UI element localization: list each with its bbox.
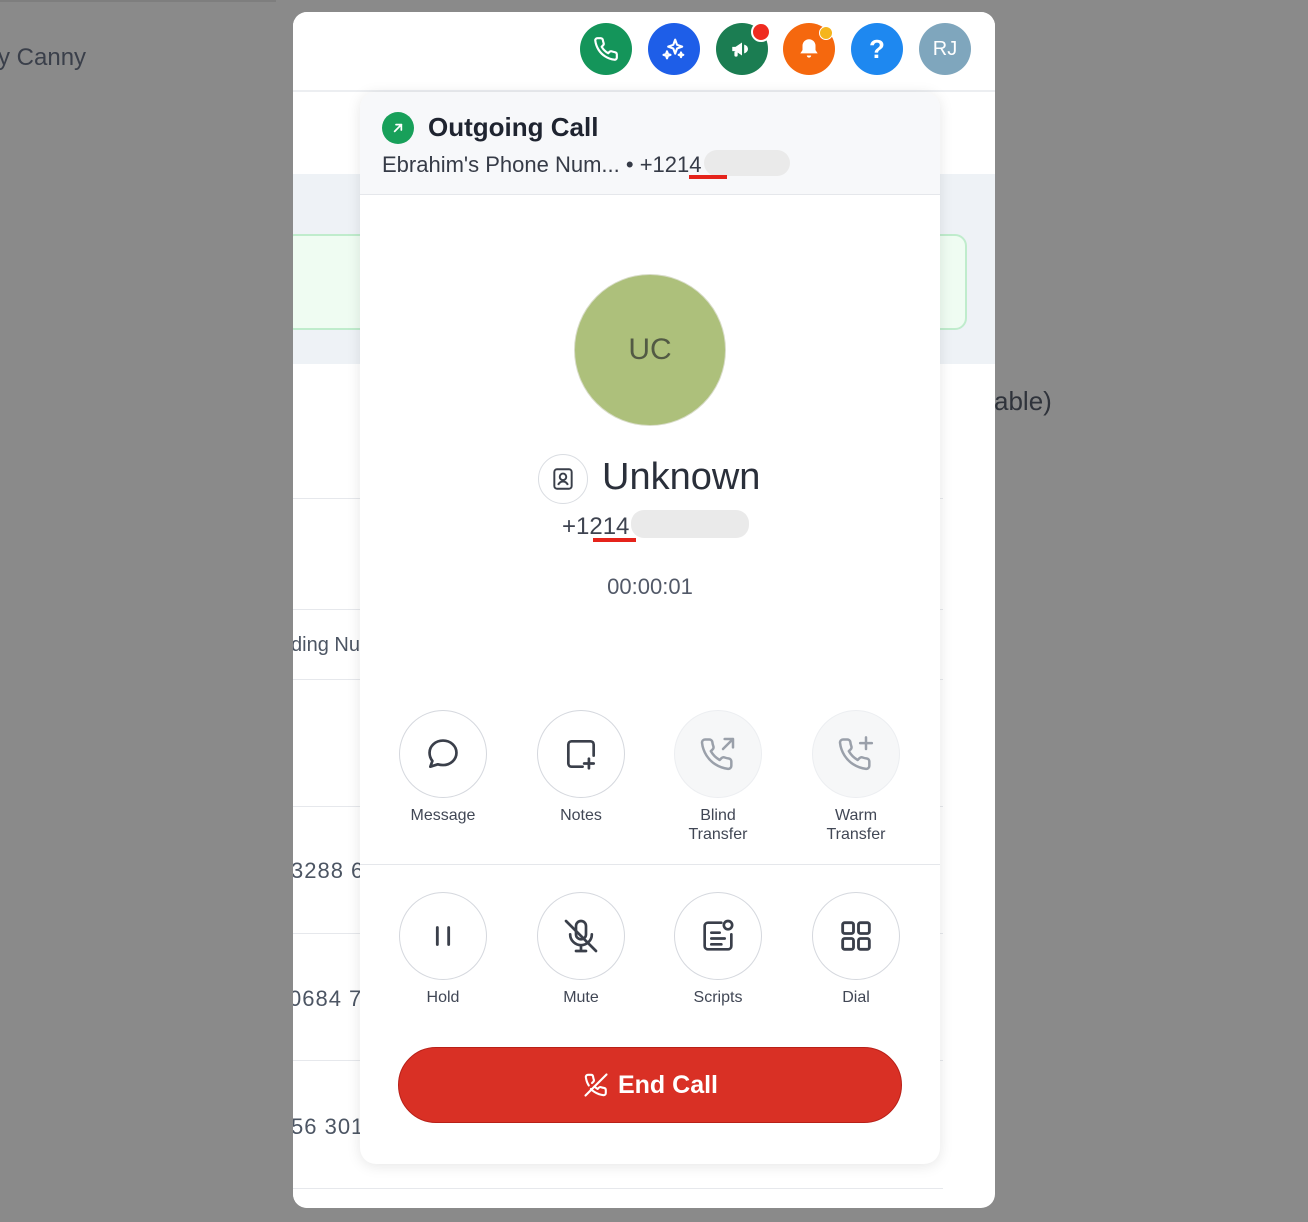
notes-label: Notes [560,807,602,824]
call-header: Outgoing Call Ebrahim's Phone Num... • +… [360,92,940,195]
dial-label: Dial [842,989,870,1006]
profile-button[interactable]: RJ [919,23,971,75]
separator-dot: • [625,152,634,177]
line-number: +1214 [639,152,702,177]
blind-transfer-label: Blind Transfer [688,807,748,843]
background-text-right: able) [994,386,1052,416]
message-button[interactable]: Message [393,710,493,825]
sparkle-icon [662,38,685,60]
end-call-label: End Call [617,1070,718,1099]
warm-transfer-button[interactable]: Warm Transfer [806,710,906,844]
script-icon [703,919,734,951]
chat-bubble-icon [428,739,458,769]
profile-initials: RJ [932,37,958,60]
grid-icon [841,921,871,951]
announcements-badge [751,22,771,42]
top-toolbar: ? RJ [293,12,995,92]
mute-button[interactable]: Mute [531,892,631,1007]
notifications-badge [819,26,833,40]
contact-number: +1214 [562,510,750,541]
number-highlight-underline [689,175,727,179]
pause-icon [435,926,451,946]
note-add-icon [566,739,596,770]
redacted-number [631,510,750,538]
line-name: Ebrahim's Phone Num... [382,152,620,177]
call-direction-title: Outgoing Call [428,112,599,142]
table-cell: 3288 6 [293,858,365,883]
contact-card-icon[interactable] [538,454,588,504]
phone-button[interactable] [580,23,632,75]
row-divider [293,1188,943,1189]
avatar-initials: UC [628,333,672,366]
column-header: ding Nu [293,634,360,656]
notes-button[interactable]: Notes [531,710,631,825]
avatar: UC [574,274,726,426]
blind-transfer-button[interactable]: Blind Transfer [668,710,768,844]
hold-button[interactable]: Hold [393,892,493,1007]
phone-hangup-icon [584,1073,608,1097]
scripts-button[interactable]: Scripts [668,892,768,1007]
background-text-left: y Canny [0,44,87,71]
outgoing-call-icon [382,112,414,144]
table-cell: 0684 7 [293,986,363,1011]
bell-icon [800,39,818,58]
table-cell: 56 301 [293,1114,365,1139]
actions-divider [360,864,940,865]
scripts-label: Scripts [693,989,743,1006]
megaphone-icon [732,42,748,57]
dial-button[interactable]: Dial [806,892,906,1007]
call-panel: Outgoing Call Ebrahim's Phone Num... • +… [360,92,940,1164]
phone-forward-icon [700,737,735,771]
mute-label: Mute [563,989,599,1006]
background-divider [0,0,276,2]
mic-off-icon [564,919,598,953]
contact-name: Unknown [602,456,761,498]
question-icon: ? [869,33,885,64]
message-label: Message [410,807,476,824]
phone-plus-icon [838,736,874,771]
warm-transfer-label: Warm Transfer [826,807,886,843]
ai-assistant-button[interactable] [648,23,700,75]
number-highlight-underline [593,538,636,542]
contact-number-text: +1214 [562,513,630,540]
help-button[interactable]: ? [851,23,903,75]
call-line-info: Ebrahim's Phone Num... • +1214 [382,150,790,178]
redacted-number [703,150,790,176]
hold-label: Hold [426,989,460,1006]
call-timer: 00:00:01 [607,574,693,599]
phone-icon [594,37,618,61]
end-call-button[interactable]: End Call [398,1047,902,1123]
